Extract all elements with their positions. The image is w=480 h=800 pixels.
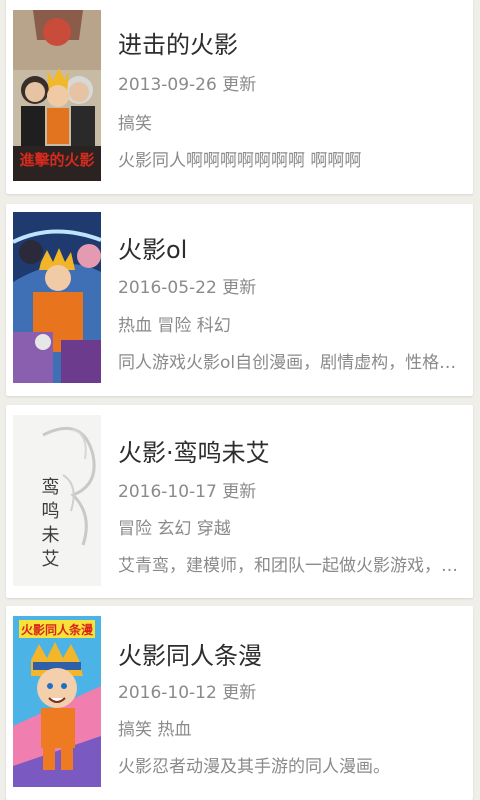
chibi-naruto-cover-icon: 火影同人条漫	[13, 616, 101, 787]
comic-cover-image[interactable]: 鸾鸣未艾	[13, 415, 101, 586]
comic-title: 火影·鸾鸣未艾	[118, 439, 270, 467]
comic-update-date: 2013-09-26 更新	[118, 75, 257, 95]
comic-card[interactable]: 火影同人条漫 火影同人条漫 2016-10-12 更新 搞笑 热血 火影忍者动漫…	[6, 606, 473, 800]
comic-update-date: 2016-10-12 更新	[118, 683, 257, 703]
svg-text:鸾鸣未艾: 鸾鸣未艾	[39, 477, 60, 573]
comic-list: 進擊的火影 进击的火影 2013-09-26 更新 搞笑 火影同人啊啊啊啊啊啊啊…	[0, 0, 480, 800]
comic-title: 火影ol	[118, 236, 188, 264]
svg-text:進擊的火影: 進擊的火影	[19, 151, 94, 169]
comic-tags: 搞笑	[118, 114, 152, 134]
comic-tags: 冒险 玄幻 穿越	[118, 519, 231, 539]
comic-tags: 热血 冒险 科幻	[118, 316, 231, 336]
comic-description: 艾青鸾，建模师，和团队一起做火影游戏，而自己辛苦设计的角色	[118, 556, 468, 576]
comic-card[interactable]: 火影ol 2016-05-22 更新 热血 冒险 科幻 同人游戏火影ol自创漫画…	[6, 204, 473, 396]
comic-title: 进击的火影	[118, 31, 238, 59]
comic-card[interactable]: 鸾鸣未艾 火影·鸾鸣未艾 2016-10-17 更新 冒险 玄幻 穿越 艾青鸾，…	[6, 405, 473, 598]
comic-card[interactable]: 進擊的火影 进击的火影 2013-09-26 更新 搞笑 火影同人啊啊啊啊啊啊啊…	[6, 0, 473, 194]
calligraphy-dragon-cover-icon: 鸾鸣未艾	[13, 415, 101, 586]
comic-cover-image[interactable]: 進擊的火影	[13, 10, 101, 181]
comic-cover-image[interactable]	[13, 212, 101, 383]
comic-description: 火影忍者动漫及其手游的同人漫画。	[118, 757, 390, 777]
svg-text:火影同人条漫: 火影同人条漫	[21, 622, 94, 637]
comic-description: 火影同人啊啊啊啊啊啊啊 啊啊啊	[118, 151, 362, 171]
comic-title: 火影同人条漫	[118, 642, 262, 670]
comic-description: 同人游戏火影ol自创漫画，剧情虚构，性格参照岸本老师原作	[118, 353, 468, 373]
comic-cover-image[interactable]: 火影同人条漫	[13, 616, 101, 787]
anime-group-cover-icon: 進擊的火影	[13, 10, 101, 181]
comic-tags: 搞笑 热血	[118, 720, 192, 740]
comic-update-date: 2016-05-22 更新	[118, 278, 257, 298]
comic-update-date: 2016-10-17 更新	[118, 482, 257, 502]
naruto-action-cover-icon	[13, 212, 101, 383]
